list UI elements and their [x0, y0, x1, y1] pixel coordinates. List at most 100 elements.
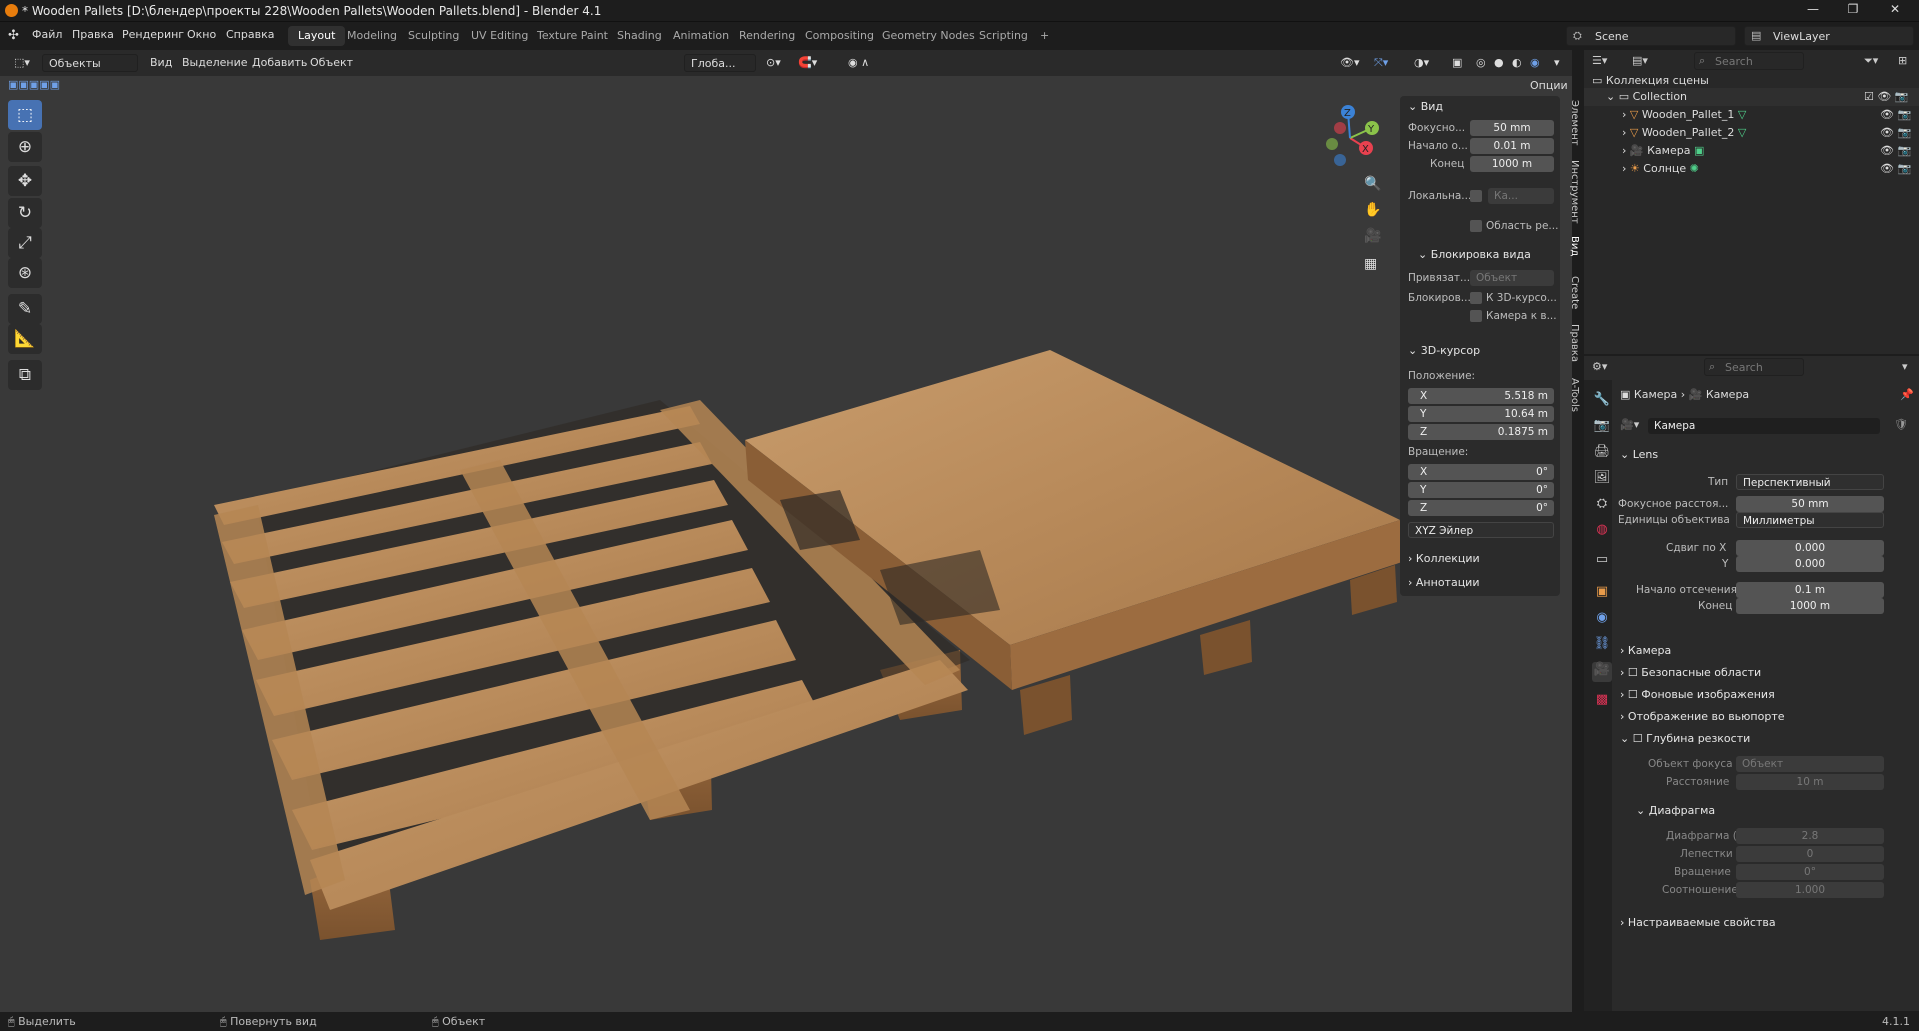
cursor-x-field[interactable]: X 5.518 m [1408, 388, 1554, 404]
tab-animation[interactable]: Animation [663, 26, 739, 46]
options-dropdown[interactable]: Опции [1530, 79, 1568, 92]
camera-panel-header[interactable]: › Камера [1620, 644, 1671, 657]
transform-orientation-dropdown[interactable]: Глоба... [684, 54, 756, 72]
world-tab-icon[interactable]: ◍ [1592, 522, 1612, 542]
focal-length-value-field[interactable]: 50 mm [1736, 496, 1884, 512]
shading-dropdown-icon[interactable]: ▾ [1548, 54, 1566, 72]
ortho-toggle-icon[interactable]: ▦ [1364, 256, 1377, 272]
fake-user-icon[interactable]: 🛡 [1894, 418, 1908, 431]
tab-geometry-nodes[interactable]: Geometry Nodes [872, 26, 985, 46]
tool-tab-icon[interactable]: 🔧 [1592, 392, 1612, 412]
render-region-checkbox[interactable] [1470, 220, 1482, 232]
depth-of-field-panel-header[interactable]: ⌄ ☐ Глубина резкости [1620, 732, 1750, 745]
cursor-rot-z-field[interactable]: Z 0° [1408, 500, 1554, 516]
lens-units-dropdown[interactable]: Миллиметры [1736, 512, 1884, 528]
overlays-icon[interactable]: ◑▾ [1408, 54, 1435, 72]
ratio-field[interactable]: 1.000 [1736, 882, 1884, 898]
cursor-z-field[interactable]: Z 0.1875 m [1408, 424, 1554, 440]
tab-texture-paint[interactable]: Texture Paint [527, 26, 618, 46]
object-tab-icon[interactable]: ▣ [1592, 584, 1612, 604]
select-box-tool-icon[interactable]: ⬚ [8, 100, 42, 130]
pan-hand-icon[interactable]: ✋ [1364, 202, 1381, 218]
texture-tab-icon[interactable]: ▩ [1592, 692, 1612, 712]
rotation-mode-dropdown[interactable]: XYZ Эйлер [1408, 522, 1554, 538]
outliner-item-sun[interactable]: › ☀ Солнце ✺ 👁 📷 [1584, 160, 1919, 178]
scene-collection-row[interactable]: ▭ Коллекция сцены [1592, 74, 1709, 87]
outliner-item-pallet-1[interactable]: › ▽ Wooden_Pallet_1 ▽ 👁 📷 [1584, 106, 1919, 124]
tab-create[interactable]: Create [1564, 276, 1580, 309]
camera-to-view-checkbox[interactable] [1470, 310, 1482, 322]
editor-type-icon[interactable]: ⬚▾ [8, 54, 36, 72]
cursor-rot-y-field[interactable]: Y 0° [1408, 482, 1554, 498]
collection-tab-icon[interactable]: ▭ [1592, 552, 1612, 572]
safe-areas-panel-header[interactable]: › ☐ Безопасные области [1620, 666, 1761, 679]
constraints-tab-icon[interactable]: ⛓ [1592, 636, 1612, 656]
focal-length-field[interactable]: 50 mm [1470, 120, 1554, 136]
output-tab-icon[interactable]: 🖨 [1592, 444, 1612, 464]
viewport-display-panel-header[interactable]: › Отображение во вьюпорте [1620, 710, 1785, 723]
blender-menu-icon[interactable]: ✣ [8, 28, 19, 43]
shift-y-field[interactable]: 0.000 [1736, 556, 1884, 572]
rotate-tool-icon[interactable]: ↻ [8, 198, 42, 228]
mode-dropdown[interactable]: Объекты [42, 54, 138, 72]
lock-object-field[interactable]: Объект [1470, 270, 1554, 286]
measure-tool-icon[interactable]: 📐 [8, 324, 42, 354]
physics-tab-icon[interactable]: ◉ [1592, 610, 1612, 630]
zoom-icon[interactable]: 🔍 [1364, 176, 1381, 192]
menu-view[interactable]: Вид [144, 54, 178, 72]
annotations-panel-header[interactable]: › Аннотации [1408, 576, 1479, 589]
view-panel-header[interactable]: ⌄ Вид [1408, 100, 1443, 113]
clip-start-field[interactable]: 0.1 m [1736, 582, 1884, 598]
tab-rendering[interactable]: Rendering [729, 26, 805, 46]
view-layer-selector[interactable]: ▤ ViewLayer [1744, 26, 1914, 46]
maximize-button[interactable]: ❐ [1833, 2, 1873, 20]
camera-data-tab-icon[interactable]: 🎥 [1592, 662, 1612, 682]
clip-end-field[interactable]: 1000 m [1736, 598, 1884, 614]
menu-object[interactable]: Объект [304, 54, 359, 72]
tab-sculpting[interactable]: Sculpting [398, 26, 469, 46]
menu-render[interactable]: Рендеринг [122, 28, 184, 41]
transform-tool-icon[interactable]: ⊛ [8, 258, 42, 288]
local-camera-field[interactable]: Ка... [1488, 188, 1554, 204]
collection-row[interactable]: ⌄ ▭ Collection ☑ 👁 📷 [1584, 88, 1919, 106]
proportional-edit-icon[interactable]: ◉ ∧ [842, 54, 875, 72]
gizmo-icon[interactable]: ⤧▾ [1368, 54, 1394, 72]
datablock-type-icon[interactable]: 🎥▾ [1620, 418, 1639, 431]
selection-mode-icons[interactable]: ▣▣▣▣▣ [8, 78, 60, 91]
tab-item[interactable]: Элемент [1564, 100, 1580, 146]
display-mode-icon[interactable]: ▤▾ [1632, 54, 1648, 67]
cursor-y-field[interactable]: Y 10.64 m [1408, 406, 1554, 422]
snap-icon[interactable]: 🧲▾ [792, 54, 823, 72]
add-workspace-button[interactable]: + [1030, 26, 1059, 46]
shift-x-field[interactable]: 0.000 [1736, 540, 1884, 556]
filter-icon[interactable]: ⏷▾ [1864, 54, 1878, 68]
local-camera-checkbox[interactable] [1470, 190, 1482, 202]
fstop-field[interactable]: 2.8 [1736, 828, 1884, 844]
cursor-rot-x-field[interactable]: X 0° [1408, 464, 1554, 480]
xray-icon[interactable]: ▣ [1446, 54, 1468, 72]
tab-shading[interactable]: Shading [607, 26, 672, 46]
cursor-panel-header[interactable]: ⌄ 3D-курсор [1408, 344, 1480, 357]
lens-type-dropdown[interactable]: Перспективный [1736, 474, 1884, 490]
outliner-item-camera[interactable]: › 🎥 Камера ▣ 👁 📷 [1584, 142, 1919, 160]
visibility-icon[interactable]: 👁▾ [1334, 54, 1366, 72]
new-collection-icon[interactable]: ⊞ [1898, 54, 1907, 67]
custom-properties-panel-header[interactable]: › Настраиваемые свойства [1620, 916, 1776, 929]
3d-viewport[interactable] [0, 50, 1572, 1012]
tab-compositing[interactable]: Compositing [795, 26, 884, 46]
scene-tab-icon[interactable]: ⛭ [1592, 496, 1612, 516]
render-tab-icon[interactable]: 📷 [1592, 418, 1612, 438]
menu-window[interactable]: Окно [187, 28, 216, 41]
menu-select[interactable]: Выделение [176, 54, 254, 72]
lock-cursor-checkbox[interactable] [1470, 292, 1482, 304]
lens-panel-header[interactable]: ⌄ Lens [1620, 448, 1658, 461]
background-images-panel-header[interactable]: › ☐ Фоновые изображения [1620, 688, 1775, 701]
annotate-tool-icon[interactable]: ✎ [8, 294, 42, 324]
shading-rendered-icon[interactable]: ◉ [1524, 54, 1546, 72]
tab-modeling[interactable]: Modeling [337, 26, 407, 46]
navigation-gizmo[interactable]: X Y Z [1310, 100, 1390, 176]
focus-object-field[interactable]: Объект [1736, 756, 1884, 772]
scale-tool-icon[interactable]: ⤢ [8, 228, 42, 258]
tab-view[interactable]: Вид [1564, 236, 1580, 256]
tab-edit[interactable]: Правка [1564, 324, 1580, 362]
